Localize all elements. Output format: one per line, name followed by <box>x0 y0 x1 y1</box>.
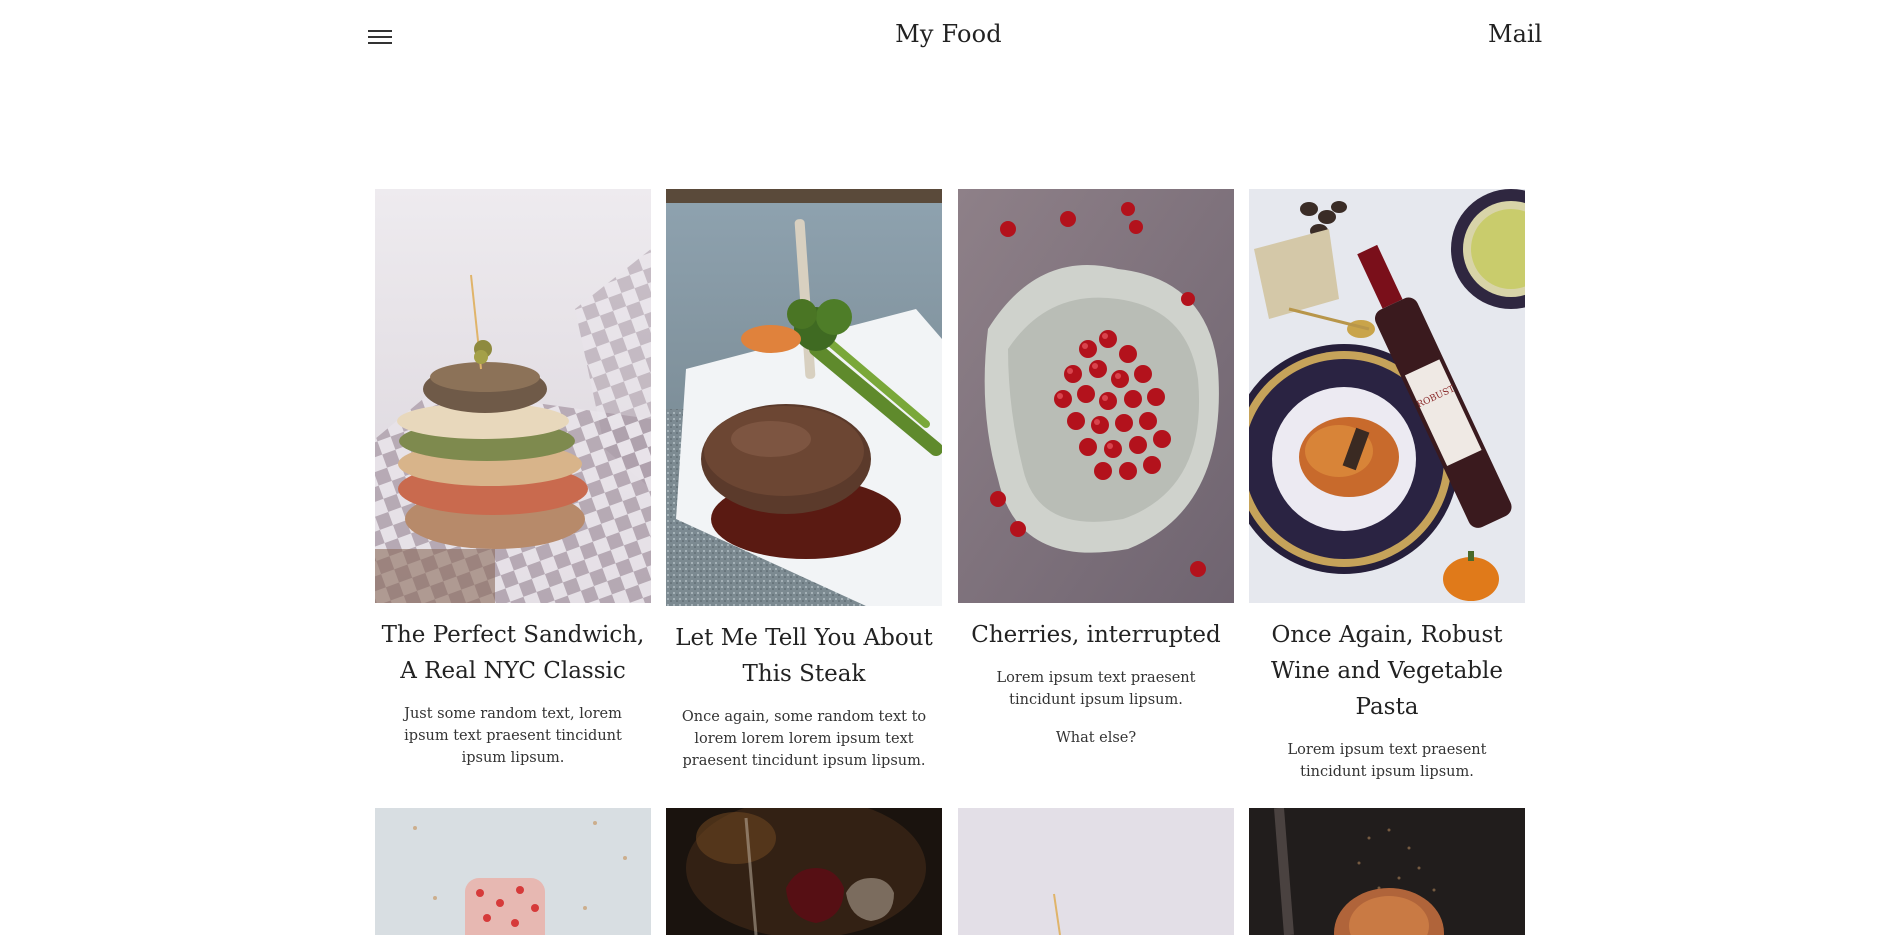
post-card-wine-pasta: ROBUST Once Again, Robust Wine and Veget… <box>1249 189 1525 783</box>
post-excerpt: Just some random text, lorem ipsum text … <box>404 706 622 766</box>
croissant-photo[interactable] <box>1249 808 1525 935</box>
post-title[interactable]: The Perfect Sandwich, A Real NYC Classic <box>375 617 651 689</box>
post-excerpt: Once again, some random text to lorem lo… <box>681 709 927 769</box>
post-card-sandwich-2 <box>958 808 1234 935</box>
steak-photo[interactable] <box>666 189 942 606</box>
post-excerpt: What else? <box>1055 730 1137 746</box>
post-card-cherries: Cherries, interrupted Lorem ipsum text p… <box>958 189 1234 749</box>
post-card-steak: Let Me Tell You About This Steak Once ag… <box>666 189 942 772</box>
post-title[interactable]: Once Again, Robust Wine and Vegetable Pa… <box>1249 617 1525 725</box>
post-excerpt: Lorem ipsum text praesent tincidunt ipsu… <box>1287 742 1487 780</box>
wine-pasta-photo[interactable]: ROBUST <box>1249 189 1525 603</box>
post-card-wine-glasses <box>666 808 942 935</box>
post-excerpt: Lorem ipsum text praesent tincidunt ipsu… <box>996 670 1196 708</box>
cherries-photo[interactable] <box>958 189 1234 603</box>
mail-link[interactable]: Mail <box>1488 20 1542 48</box>
sandwich-photo-2[interactable] <box>958 808 1234 935</box>
post-card-popsicle <box>375 808 651 935</box>
post-card-croissant <box>1249 808 1525 935</box>
top-navigation-bar: My Food Mail <box>0 0 1897 80</box>
post-title[interactable]: Cherries, interrupted <box>958 617 1234 653</box>
site-title-link[interactable]: My Food <box>895 20 1002 48</box>
post-card-sandwich: The Perfect Sandwich, A Real NYC Classic… <box>375 189 651 769</box>
wine-glasses-photo[interactable] <box>666 808 942 935</box>
post-title[interactable]: Let Me Tell You About This Steak <box>666 620 942 692</box>
site-title: My Food <box>0 20 1897 48</box>
sandwich-photo[interactable] <box>375 189 651 603</box>
popsicle-photo[interactable] <box>375 808 651 935</box>
